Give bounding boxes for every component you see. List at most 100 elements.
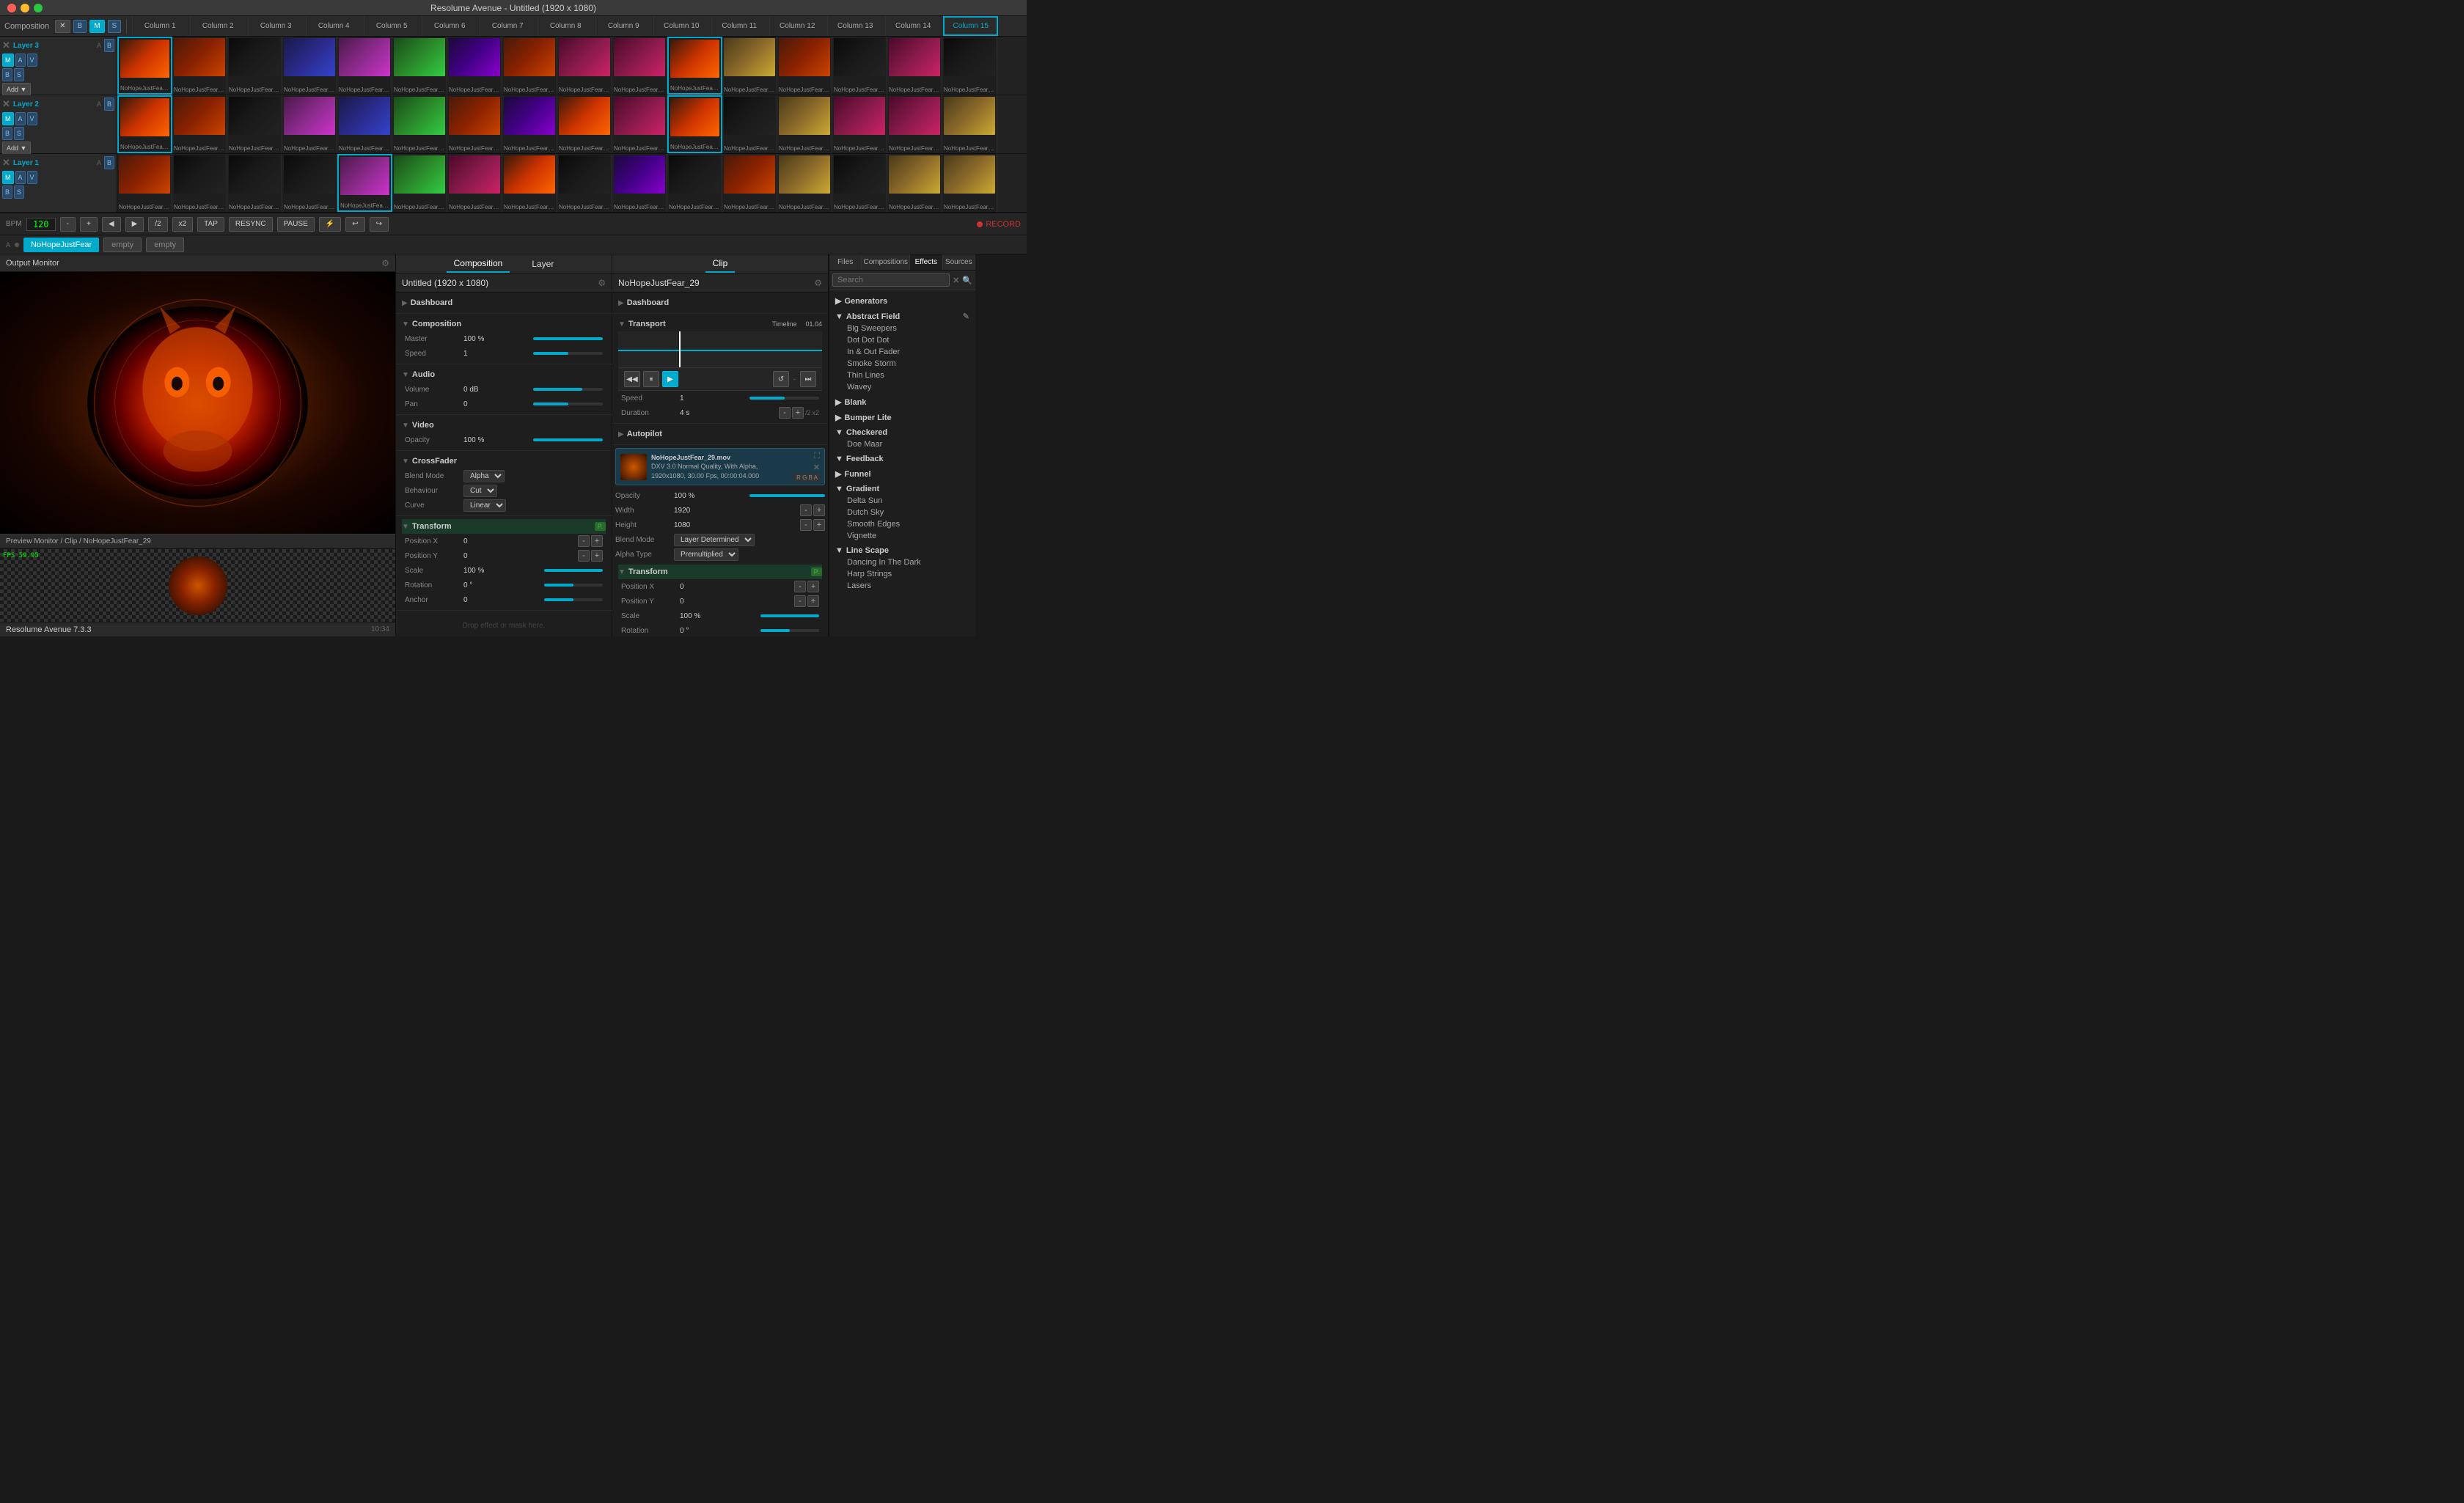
column-9-header[interactable]: Column 9: [595, 16, 650, 36]
clip-cell-l1-8[interactable]: NoHopeJustFear_24: [557, 154, 612, 212]
column-7-header[interactable]: Column 7: [480, 16, 535, 36]
pause-btn[interactable]: PAUSE: [277, 217, 315, 232]
record-label[interactable]: RECORD: [986, 220, 1021, 229]
comp-x-button[interactable]: ✕: [55, 20, 70, 33]
midi-btn[interactable]: ⚡: [319, 217, 341, 232]
clip-dashboard-header[interactable]: ▶ Dashboard: [618, 295, 822, 310]
clip-alpha-dropdown[interactable]: Premultiplied: [674, 548, 738, 561]
column-15-header[interactable]: Column 15: [943, 16, 998, 36]
layer-3-a2-btn[interactable]: A: [15, 54, 26, 67]
clip-next-btn[interactable]: ⏭: [800, 371, 816, 387]
lasers-item[interactable]: Lasers: [835, 580, 969, 592]
curve-dropdown[interactable]: Linear: [463, 499, 506, 512]
volume-value[interactable]: 0 dB: [463, 386, 533, 394]
comp-video-header[interactable]: ▼ Video: [402, 418, 606, 433]
column-12-header[interactable]: Column 12: [769, 16, 824, 36]
pan-slider[interactable]: [533, 403, 603, 405]
clip-rewind-btn[interactable]: ◀◀: [624, 371, 640, 387]
clip-dur-div2[interactable]: /2: [805, 409, 811, 416]
clip-cell-l2-2[interactable]: NoHopeJustFear_05: [227, 95, 282, 153]
layer-2-b-btn[interactable]: B: [104, 98, 114, 111]
clip-scale-slider[interactable]: [760, 614, 819, 617]
column-13-header[interactable]: Column 13: [827, 16, 882, 36]
layer-1-remove[interactable]: ✕: [2, 157, 10, 169]
clip-panel-tab[interactable]: Clip: [705, 254, 736, 273]
clip-cell-l1-9[interactable]: NoHopeJustFear_27: [612, 154, 667, 212]
layer-2-m-btn[interactable]: M: [2, 112, 14, 125]
clip-cell-l2-13[interactable]: NoHopeJustFear_38: [832, 95, 887, 153]
clip-cell-l2-4[interactable]: NoHopeJustFear_11: [337, 95, 392, 153]
layer-2-add-btn[interactable]: Add ▼: [2, 142, 31, 155]
clip-cell-l3-8[interactable]: NoHopeJustFear_22: [557, 37, 612, 95]
clip-opacity-value[interactable]: 100 %: [674, 492, 749, 500]
dot-dot-dot-item[interactable]: Dot Dot Dot: [835, 334, 969, 346]
clip-cell-l3-14[interactable]: NoHopeJustFear_40: [887, 37, 942, 95]
clip-height-value[interactable]: 1080: [674, 521, 800, 529]
clip-cell-l3-12[interactable]: NoHopeJustFear_34: [777, 37, 832, 95]
abstract-field-edit-icon[interactable]: ✎: [963, 312, 969, 321]
clip-pos-y-value[interactable]: 0: [680, 598, 794, 606]
thin-lines-item[interactable]: Thin Lines: [835, 370, 969, 381]
clip-height-minus[interactable]: -: [800, 519, 812, 531]
clip-cell-l2-0[interactable]: NoHopeJustFear_29: [117, 95, 172, 153]
clip-cell-l2-9[interactable]: NoHopeJustFear_26: [612, 95, 667, 153]
column-10-header[interactable]: Column 10: [653, 16, 708, 36]
comp-pos-y-minus[interactable]: -: [578, 550, 590, 562]
smooth-edges-item[interactable]: Smooth Edges: [835, 518, 969, 530]
search-clear-icon[interactable]: ✕: [953, 276, 959, 285]
undo-btn[interactable]: ↩: [345, 217, 364, 232]
layer-3-b2-btn[interactable]: B: [2, 68, 12, 81]
clip-transform-header[interactable]: ▼ Transform P.: [618, 565, 822, 579]
comp-rotation-slider[interactable]: [544, 584, 603, 587]
comp-pos-x-value[interactable]: 0: [463, 537, 578, 545]
layer-3-v-btn[interactable]: V: [27, 54, 37, 67]
comp-pos-x-plus[interactable]: +: [591, 535, 603, 547]
clip-cell-l3-7[interactable]: NoHopeJustFear_19: [502, 37, 557, 95]
empty-clip-1-btn[interactable]: empty: [103, 238, 142, 252]
column-2-header[interactable]: Column 2: [190, 16, 245, 36]
bumper-lite-label[interactable]: ▶ Bumper Lite: [835, 411, 969, 424]
clip-rotation-slider[interactable]: [760, 629, 819, 632]
column-3-header[interactable]: Column 3: [248, 16, 303, 36]
layer-1-m-btn[interactable]: M: [2, 171, 14, 184]
clip-dur-plus[interactable]: +: [792, 407, 804, 419]
clip-cell-l2-12[interactable]: NoHopeJustFear_35: [777, 95, 832, 153]
comp-scale-slider[interactable]: [544, 569, 603, 572]
comp-s-button[interactable]: S: [108, 20, 122, 33]
speed-value[interactable]: 1: [463, 350, 533, 358]
maximize-button[interactable]: [34, 4, 43, 12]
clip-cell-l2-11[interactable]: NoHopeJustFear_32: [722, 95, 777, 153]
blend-mode-dropdown[interactable]: Alpha: [463, 470, 505, 482]
abstract-field-label[interactable]: ▼ Abstract Field ✎: [835, 310, 969, 323]
opacity-slider[interactable]: [533, 438, 603, 441]
clip-cell-l1-10[interactable]: NoHopeJustFear_30: [667, 154, 722, 212]
vignette-item[interactable]: Vignette: [835, 530, 969, 542]
clip-cell-l2-14[interactable]: NoHopeJustFear_41: [887, 95, 942, 153]
in-out-fader-item[interactable]: In & Out Fader: [835, 346, 969, 358]
column-1-header[interactable]: Column 1: [132, 16, 187, 36]
comp-crossfader-header[interactable]: ▼ CrossFader: [402, 454, 606, 468]
clip-cell-l2-8[interactable]: NoHopeJustFear_23: [557, 95, 612, 153]
big-sweepers-item[interactable]: Big Sweepers: [835, 323, 969, 334]
clip-cell-l3-15[interactable]: NoHopeJustFear_43: [942, 37, 997, 95]
clip-scale-value[interactable]: 100 %: [680, 612, 760, 620]
bpm-plus-btn[interactable]: +: [80, 217, 98, 232]
checkered-label[interactable]: ▼ Checkered: [835, 427, 969, 438]
comp-settings-icon[interactable]: ⚙: [598, 278, 606, 288]
clip-cell-l2-1[interactable]: NoHopeJustFear_02: [172, 95, 227, 153]
clip-cell-l1-3[interactable]: NoHopeJustFear_09: [282, 154, 337, 212]
clip-width-minus[interactable]: -: [800, 504, 812, 516]
clip-cell-l1-11[interactable]: NoHopeJustFear_12: [722, 154, 777, 212]
line-scape-label[interactable]: ▼ Line Scape: [835, 545, 969, 556]
clip-pos-x-plus[interactable]: +: [807, 581, 819, 592]
layer-1-a2-btn[interactable]: A: [15, 171, 26, 184]
playhead[interactable]: [679, 331, 681, 367]
clip-cell-l1-2[interactable]: NoHopeJustFear_06: [227, 154, 282, 212]
clip-cell-l3-6[interactable]: NoHopeJustFear_16: [447, 37, 502, 95]
gradient-label[interactable]: ▼ Gradient: [835, 483, 969, 495]
column-6-header[interactable]: Column 6: [422, 16, 477, 36]
comp-rotation-value[interactable]: 0 °: [463, 581, 544, 589]
clip-play-btn[interactable]: ▶: [662, 371, 678, 387]
close-button[interactable]: [7, 4, 16, 12]
behaviour-dropdown[interactable]: Cut: [463, 485, 497, 497]
